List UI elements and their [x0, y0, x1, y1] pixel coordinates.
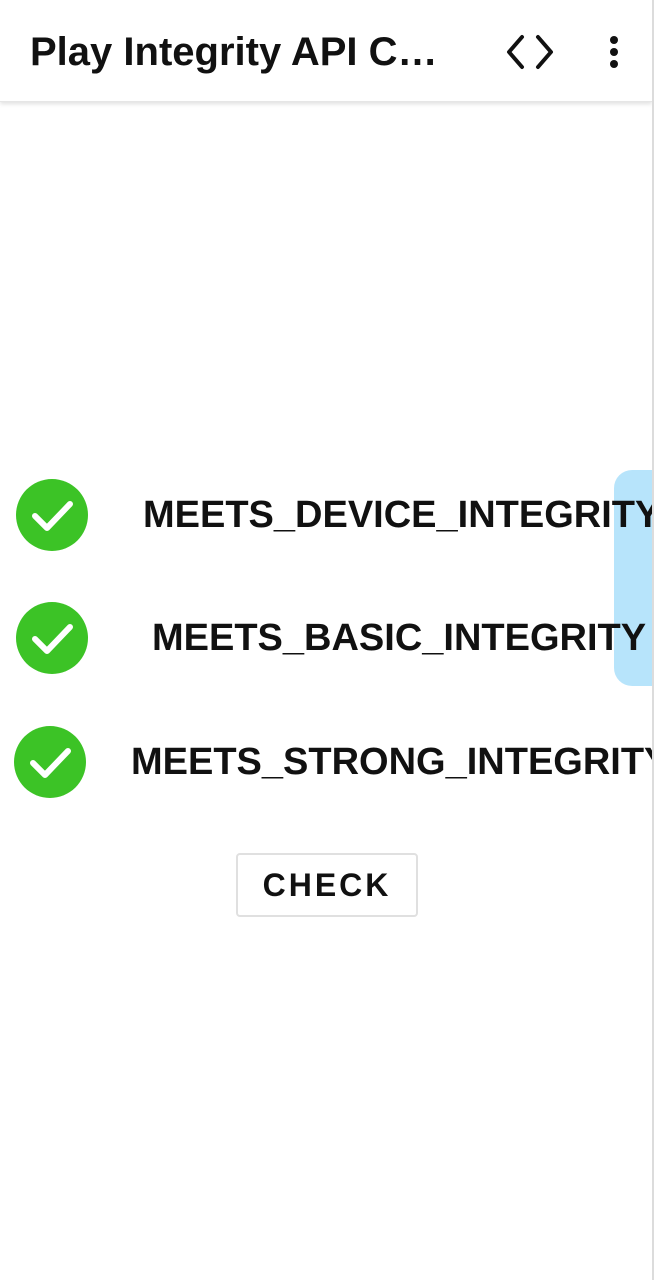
integrity-row-device: MEETS_DEVICE_INTEGRITY: [0, 477, 654, 553]
check-circle-icon: [14, 726, 86, 798]
screen: Play Integrity API C… MEETS_DEVICE_INTEG…: [0, 0, 654, 1280]
check-circle-icon: [16, 479, 88, 551]
app-bar: Play Integrity API C…: [0, 0, 652, 102]
more-vert-icon: [610, 36, 618, 68]
page-title: Play Integrity API C…: [30, 30, 438, 74]
check-button[interactable]: CHECK: [236, 853, 418, 917]
integrity-label: MEETS_DEVICE_INTEGRITY: [143, 494, 654, 536]
integrity-label: MEETS_STRONG_INTEGRITY: [131, 741, 654, 783]
integrity-label: MEETS_BASIC_INTEGRITY: [152, 617, 647, 659]
code-button[interactable]: [498, 26, 562, 78]
integrity-row-strong: MEETS_STRONG_INTEGRITY: [0, 724, 654, 800]
code-icon: [507, 35, 553, 69]
integrity-row-basic: MEETS_BASIC_INTEGRITY: [0, 600, 652, 676]
check-circle-icon: [16, 602, 88, 674]
overflow-menu-button[interactable]: [590, 26, 638, 78]
